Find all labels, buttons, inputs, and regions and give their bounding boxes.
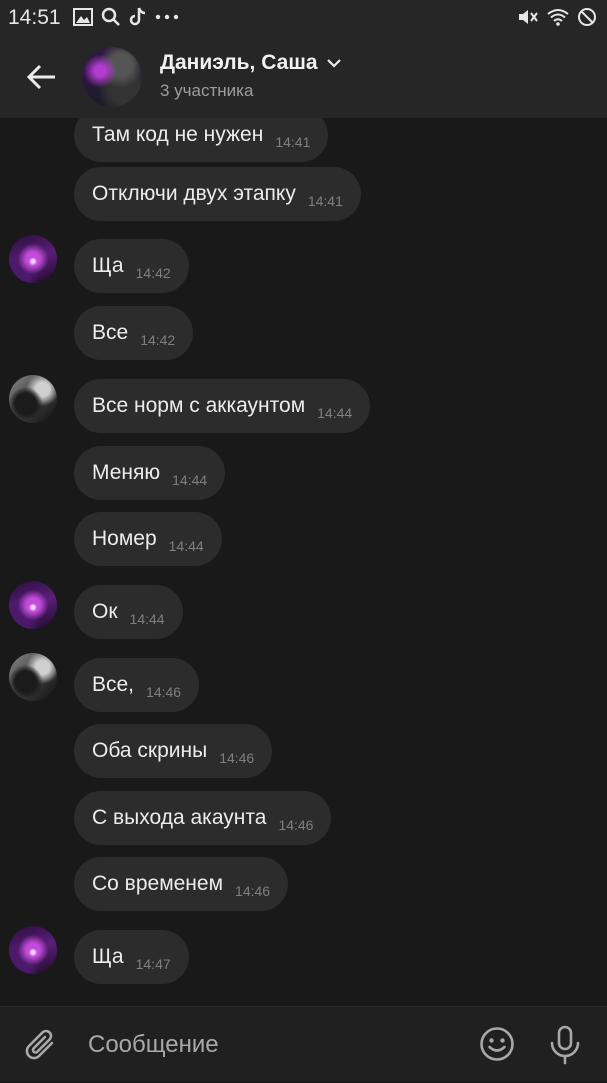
more-dots-icon <box>155 14 179 20</box>
message-text: Меняю <box>92 461 161 484</box>
mute-icon <box>519 10 538 24</box>
message-time: 14:41 <box>307 193 343 209</box>
sender-avatar[interactable] <box>9 926 57 974</box>
paperclip-icon[interactable] <box>24 1027 58 1063</box>
message-text: Ща <box>92 945 124 968</box>
search-icon <box>101 7 120 26</box>
sender-avatar[interactable] <box>9 375 57 423</box>
message-text: Все, <box>92 673 135 696</box>
message-time: 14:44 <box>168 538 204 554</box>
participant-count: 3 участника <box>160 81 254 100</box>
message-time: 14:44 <box>172 472 208 488</box>
sender-avatar[interactable] <box>9 653 57 701</box>
sender-avatar[interactable] <box>9 581 57 629</box>
message-text: Ок <box>92 600 118 623</box>
chat-header: Даниэль, Саша 3 участника <box>0 36 607 118</box>
message-time: 14:44 <box>129 611 165 627</box>
emoji-icon[interactable] <box>479 1026 515 1062</box>
status-bar: 14:51 <box>0 0 607 36</box>
message-time: 14:42 <box>140 332 176 348</box>
message-bubble[interactable]: Со временем 14:46 <box>74 857 289 911</box>
message-bubble[interactable]: Все норм с аккаунтом 14:44 <box>74 379 371 433</box>
message-bubble[interactable]: Номер 14:44 <box>74 512 222 566</box>
message-time: 14:42 <box>135 265 171 281</box>
chevron-down-icon <box>326 59 341 68</box>
message-text: Оба скрины <box>92 739 208 762</box>
message-bubble[interactable]: С выхода акаунта 14:46 <box>74 791 332 845</box>
message-input[interactable] <box>86 1007 460 1083</box>
status-time: 14:51 <box>8 6 61 29</box>
microphone-icon[interactable] <box>548 1025 582 1065</box>
message-bubble[interactable]: Ща 14:42 <box>74 239 189 293</box>
message-text: Все норм с аккаунтом <box>92 394 306 417</box>
message-text: Отключи двух этапку <box>92 182 296 205</box>
message-time: 14:47 <box>135 956 171 972</box>
chat-title[interactable]: Даниэль, Саша <box>160 51 342 75</box>
message-list[interactable]: Там код не нужен 14:41 Отключи двух этап… <box>0 118 607 1006</box>
message-time: 14:41 <box>275 134 311 150</box>
message-text: Все <box>92 321 129 344</box>
message-text: С выхода акаунта <box>92 806 267 829</box>
message-bubble[interactable]: Все, 14:46 <box>74 658 200 712</box>
wifi-icon <box>547 9 569 26</box>
message-bubble[interactable]: Все 14:42 <box>74 306 194 360</box>
message-time: 14:46 <box>235 883 271 899</box>
do-not-disturb-icon <box>578 8 596 26</box>
message-bubble[interactable]: Оба скрины 14:46 <box>74 724 273 778</box>
tiktok-icon <box>129 7 146 26</box>
group-avatar[interactable] <box>82 47 142 107</box>
message-text: Со временем <box>92 872 224 895</box>
message-time: 14:46 <box>146 684 182 700</box>
gallery-icon <box>73 8 93 26</box>
message-text: Там код не нужен <box>92 123 264 146</box>
back-arrow-icon[interactable] <box>24 59 60 95</box>
message-bubble[interactable]: Отключи двух этапку 14:41 <box>74 167 361 221</box>
message-composer <box>0 1006 607 1083</box>
message-bubble[interactable]: Там код не нужен 14:41 <box>74 118 329 162</box>
message-time: 14:44 <box>317 405 353 421</box>
message-text: Ща <box>92 254 124 277</box>
sender-avatar[interactable] <box>9 235 57 283</box>
message-bubble[interactable]: Ок 14:44 <box>74 585 183 639</box>
message-bubble[interactable]: Ща 14:47 <box>74 930 189 984</box>
message-text: Номер <box>92 527 157 550</box>
message-time: 14:46 <box>219 750 255 766</box>
message-bubble[interactable]: Меняю 14:44 <box>74 446 226 500</box>
chat-title-text: Даниэль, Саша <box>160 51 318 74</box>
message-time: 14:46 <box>278 817 314 833</box>
